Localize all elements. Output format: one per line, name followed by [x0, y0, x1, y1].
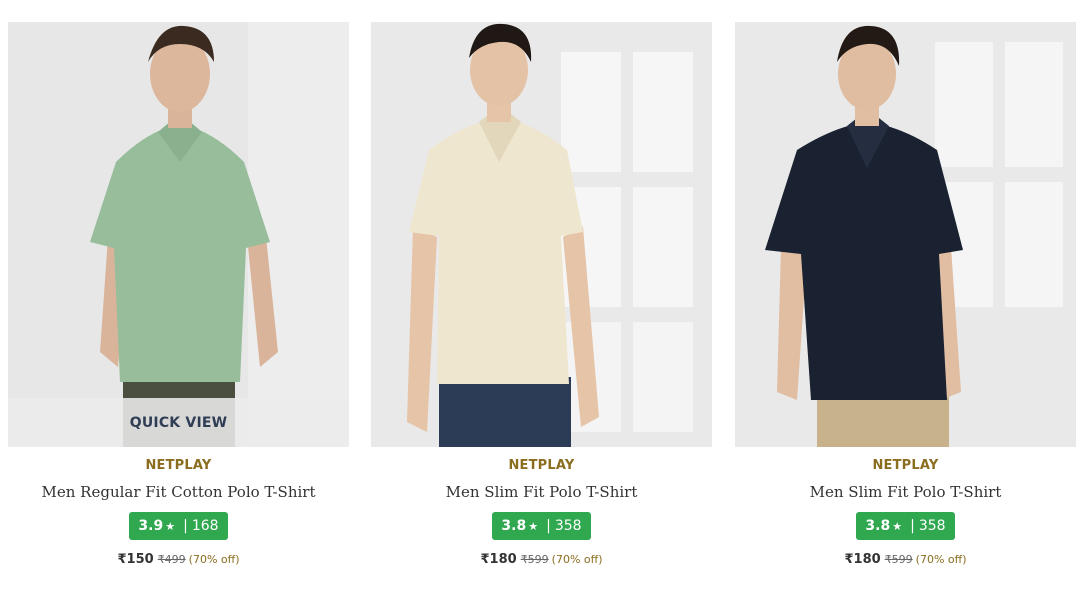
- original-price: ₹599: [520, 553, 549, 566]
- product-image[interactable]: [371, 22, 712, 447]
- rating-score: 3.8: [865, 518, 891, 534]
- rating-badge[interactable]: 3.8 ★ | 358: [856, 512, 955, 540]
- discount-label: (70% off): [551, 553, 603, 566]
- rating-badge[interactable]: 3.8 ★ | 358: [492, 512, 591, 540]
- brand-name[interactable]: NETPLAY: [8, 456, 349, 476]
- product-card[interactable]: QUICK VIEW NETPLAY Men Regular Fit Cotto…: [8, 0, 349, 592]
- product-grid: QUICK VIEW NETPLAY Men Regular Fit Cotto…: [0, 0, 1083, 592]
- rating-count: 358: [554, 518, 582, 534]
- discount-label: (70% off): [915, 553, 967, 566]
- rating-score: 3.9: [138, 518, 164, 534]
- product-name[interactable]: Men Slim Fit Polo T-Shirt: [735, 481, 1076, 503]
- model-photo: [735, 22, 1076, 447]
- selling-price: ₹180: [844, 552, 881, 567]
- product-info: NETPLAY Men Slim Fit Polo T-Shirt 3.8 ★ …: [371, 456, 712, 567]
- rating-separator: |: [546, 518, 551, 534]
- product-name[interactable]: Men Regular Fit Cotton Polo T-Shirt: [8, 481, 349, 503]
- rating-count: 358: [918, 518, 946, 534]
- product-image[interactable]: QUICK VIEW: [8, 22, 349, 447]
- product-card[interactable]: NETPLAY Men Slim Fit Polo T-Shirt 3.8 ★ …: [735, 0, 1076, 592]
- rating-count: 168: [191, 518, 219, 534]
- price-row: ₹180 ₹599 (70% off): [371, 549, 712, 567]
- brand-name[interactable]: NETPLAY: [371, 456, 712, 476]
- selling-price: ₹180: [480, 552, 517, 567]
- price-row: ₹150 ₹499 (70% off): [8, 549, 349, 567]
- rating-badge[interactable]: 3.9 ★ | 168: [129, 512, 228, 540]
- original-price: ₹499: [157, 553, 186, 566]
- product-info: NETPLAY Men Slim Fit Polo T-Shirt 3.8 ★ …: [735, 456, 1076, 567]
- star-icon: ★: [165, 519, 176, 533]
- product-image[interactable]: [735, 22, 1076, 447]
- rating-separator: |: [183, 518, 188, 534]
- product-card[interactable]: NETPLAY Men Slim Fit Polo T-Shirt 3.8 ★ …: [371, 0, 712, 592]
- model-photo: [8, 22, 349, 447]
- selling-price: ₹150: [117, 552, 154, 567]
- quick-view-button[interactable]: QUICK VIEW: [8, 398, 349, 447]
- product-info: NETPLAY Men Regular Fit Cotton Polo T-Sh…: [8, 456, 349, 567]
- price-row: ₹180 ₹599 (70% off): [735, 549, 1076, 567]
- brand-name[interactable]: NETPLAY: [735, 456, 1076, 476]
- model-photo: [371, 22, 712, 447]
- star-icon: ★: [528, 519, 539, 533]
- original-price: ₹599: [884, 553, 913, 566]
- product-name[interactable]: Men Slim Fit Polo T-Shirt: [371, 481, 712, 503]
- rating-score: 3.8: [501, 518, 527, 534]
- discount-label: (70% off): [188, 553, 240, 566]
- star-icon: ★: [892, 519, 903, 533]
- rating-separator: |: [910, 518, 915, 534]
